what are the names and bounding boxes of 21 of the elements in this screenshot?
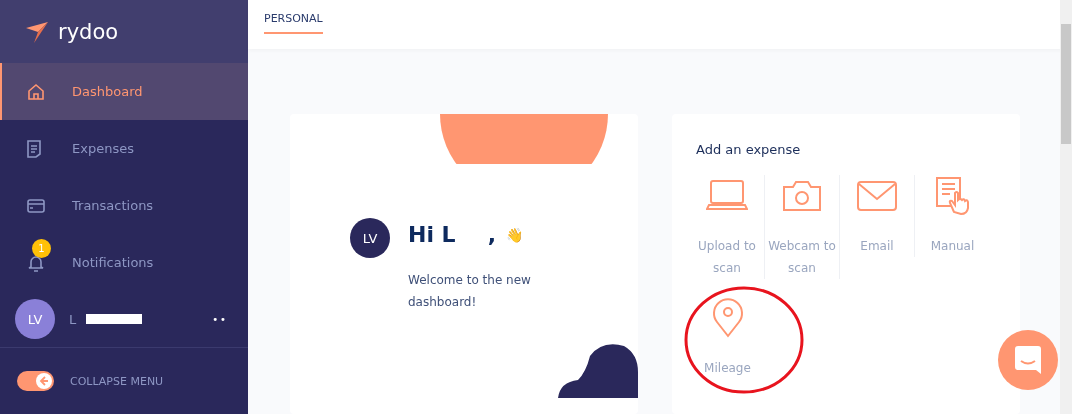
expense-option[interactable]: Manual	[915, 175, 990, 257]
card-title: Add an expense	[696, 142, 802, 157]
expense-option[interactable]: Webcam to scan	[765, 175, 840, 279]
nav-item[interactable]: 1 Notifications	[0, 234, 248, 291]
tab[interactable]: PERSONAL	[264, 12, 323, 34]
more-menu[interactable]: ••	[212, 313, 228, 325]
greeting: Hi L	[408, 222, 456, 247]
user-avatar: LV	[350, 218, 390, 258]
nav-item[interactable]: Transactions	[0, 177, 248, 234]
logo-text: rydoo	[58, 19, 119, 44]
nav-item[interactable]: Expenses	[0, 120, 248, 177]
welcome-message: Welcome to the new dashboard!	[408, 272, 532, 311]
nav-item[interactable]: Dashboard	[0, 63, 248, 120]
collapse-label: COLLAPSE MENU	[70, 374, 164, 388]
expense-option[interactable]: Email	[840, 175, 915, 257]
wave-emoji: 👋	[506, 226, 523, 243]
user-name: L	[69, 311, 77, 327]
user-avatar[interactable]: LV	[15, 299, 55, 339]
expense-option[interactable]: Upload to scan	[690, 175, 765, 279]
greeting-comma: ,	[487, 222, 496, 247]
notification-badge: 1	[32, 238, 51, 258]
